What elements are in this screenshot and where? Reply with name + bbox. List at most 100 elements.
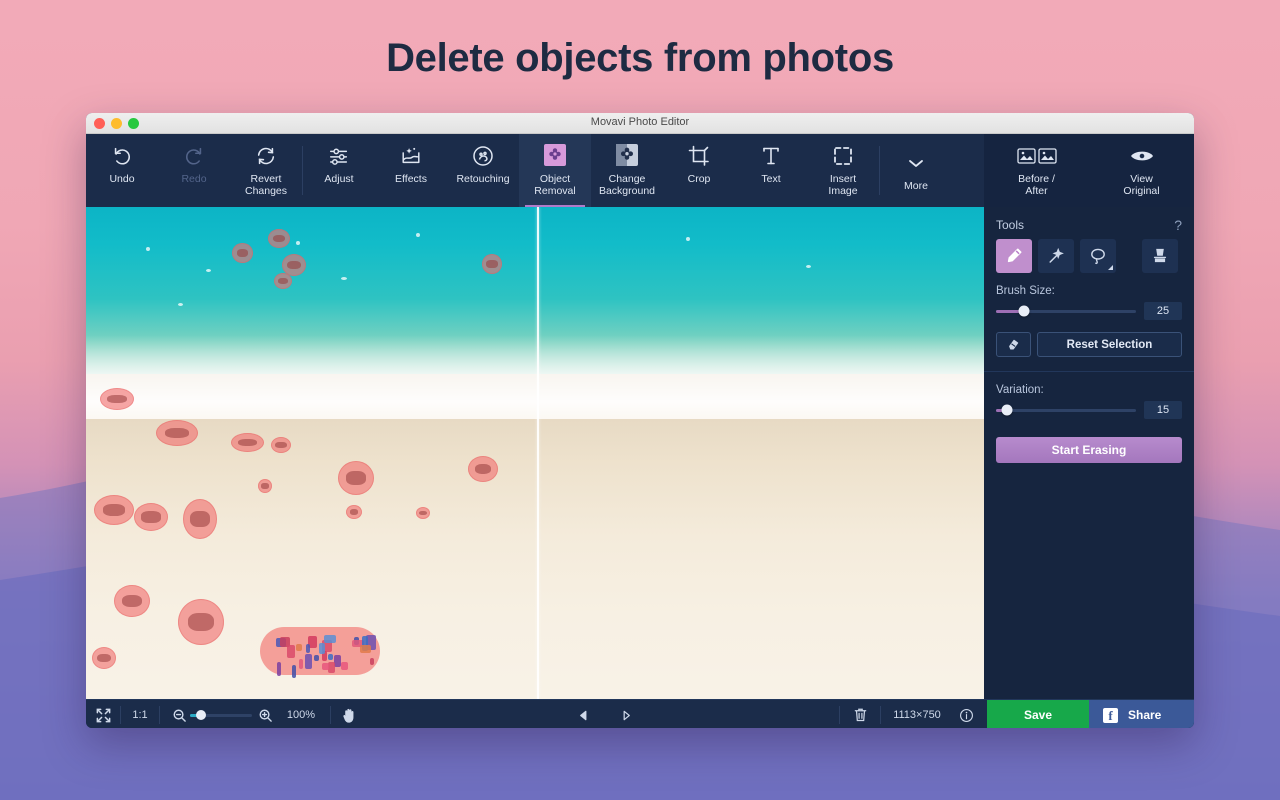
brush-size-label: Brush Size:: [984, 273, 1194, 302]
selection-blob[interactable]: [156, 420, 198, 446]
selected-object: [188, 613, 214, 631]
toolbar-button-retouching[interactable]: Retouching: [447, 134, 519, 207]
variation-value[interactable]: 15: [1144, 401, 1182, 419]
brush-size-slider[interactable]: [996, 310, 1136, 313]
reset-selection-button[interactable]: Reset Selection: [1037, 332, 1182, 357]
toolbar-button-change-background[interactable]: Change Background: [591, 134, 663, 207]
crowd-object: [299, 659, 303, 670]
selected-object: [350, 509, 359, 515]
tool-buttons-row: [984, 239, 1194, 273]
toolbar-button-object-removal[interactable]: Object Removal: [519, 134, 591, 207]
magic-wand-tool-button[interactable]: [1038, 239, 1074, 273]
toolbar-label-crop: Crop: [688, 173, 711, 185]
toolbar-button-view-original[interactable]: View Original: [1089, 134, 1194, 207]
toolbar-button-text[interactable]: Text: [735, 134, 807, 207]
selected-object: [165, 428, 189, 438]
selection-blob[interactable]: [232, 243, 253, 263]
hand-tool-button[interactable]: [331, 700, 367, 728]
crowd-object: [296, 644, 302, 652]
toolbar-label-text: Text: [761, 173, 780, 185]
share-button[interactable]: f Share: [1089, 700, 1194, 728]
selection-blob[interactable]: [100, 388, 134, 410]
save-button[interactable]: Save: [987, 700, 1089, 728]
selection-blob[interactable]: [271, 437, 291, 453]
fit-to-screen-icon: [95, 707, 112, 724]
selection-blob[interactable]: [94, 495, 134, 525]
toolbar-button-adjust[interactable]: Adjust: [303, 134, 375, 207]
info-icon: [959, 708, 974, 723]
brush-size-value[interactable]: 25: [1144, 302, 1182, 320]
selected-object: [486, 260, 497, 268]
effects-icon: [399, 143, 423, 169]
toolbar-button-undo[interactable]: Undo: [86, 134, 158, 207]
toolbar-label-insert-image-line1: Insert: [830, 173, 856, 185]
selected-object: [103, 504, 125, 516]
selection-blob[interactable]: [482, 254, 502, 274]
selection-blob[interactable]: [338, 461, 374, 495]
previous-button[interactable]: [560, 700, 606, 728]
zoom-slider[interactable]: [190, 714, 252, 717]
zoom-in-button[interactable]: [252, 700, 278, 728]
stamp-icon: [1150, 246, 1170, 266]
selection-blob[interactable]: [268, 229, 290, 248]
toolbar-label-revert-line1: Revert: [251, 173, 282, 185]
undo-icon: [111, 143, 133, 169]
selection-blob[interactable]: [258, 479, 272, 493]
delete-button[interactable]: [840, 700, 880, 728]
selection-blob[interactable]: [416, 507, 430, 519]
eraser-button[interactable]: [996, 332, 1031, 357]
brush-tool-button[interactable]: [996, 239, 1032, 273]
selection-blob[interactable]: [231, 433, 264, 452]
redo-icon: [183, 143, 205, 169]
toolbar-label-object-removal-line2: Removal: [534, 185, 575, 197]
before-after-divider[interactable]: [537, 207, 539, 699]
toolbar-button-before-after[interactable]: Before / After: [984, 134, 1089, 207]
fit-to-screen-button[interactable]: [86, 700, 120, 728]
toolbar-button-crop[interactable]: Crop: [663, 134, 735, 207]
eraser-icon: [1006, 337, 1021, 352]
selected-object: [190, 511, 209, 527]
toolbar-button-effects[interactable]: Effects: [375, 134, 447, 207]
photo-canvas[interactable]: [86, 207, 984, 699]
toolbar-button-more[interactable]: More: [880, 134, 952, 207]
selection-blob[interactable]: [274, 273, 292, 289]
selection-blob[interactable]: [114, 585, 150, 617]
photo-sand-region: [86, 419, 984, 699]
ratio-button[interactable]: 1:1: [121, 700, 159, 728]
selected-object: [237, 249, 249, 257]
main-toolbar: Undo Redo Revert: [86, 134, 1194, 207]
next-button[interactable]: [606, 700, 646, 728]
variation-slider-row: 15: [984, 401, 1194, 419]
toolbar-label-adjust: Adjust: [324, 173, 353, 185]
selection-blob[interactable]: [178, 599, 224, 645]
selected-object: [346, 471, 366, 485]
chevron-down-icon: [906, 150, 926, 176]
selected-object: [97, 654, 110, 663]
lasso-expand-corner-icon[interactable]: [1108, 265, 1113, 270]
info-button[interactable]: [953, 700, 979, 728]
revert-icon: [255, 143, 277, 169]
toolbar-label-before-after-line2: After: [1025, 185, 1047, 197]
variation-slider[interactable]: [996, 409, 1136, 412]
selection-blob[interactable]: [183, 499, 217, 539]
selected-object: [278, 278, 288, 284]
selection-blob[interactable]: [468, 456, 498, 482]
selection-blob[interactable]: [134, 503, 168, 531]
selection-blob[interactable]: [346, 505, 362, 519]
help-icon[interactable]: ?: [1174, 217, 1182, 233]
window-title: Movavi Photo Editor: [86, 116, 1194, 128]
toolbar-button-revert-changes[interactable]: Revert Changes: [230, 134, 302, 207]
zoom-out-button[interactable]: [168, 700, 190, 728]
toolbar-button-insert-image[interactable]: Insert Image: [807, 134, 879, 207]
selected-object: [275, 442, 286, 448]
start-erasing-button[interactable]: Start Erasing: [996, 437, 1182, 463]
selection-blob[interactable]: [92, 647, 116, 669]
tools-panel-title: Tools: [996, 218, 1024, 232]
toolbar-button-redo[interactable]: Redo: [158, 134, 230, 207]
crowd-object: [328, 654, 333, 660]
stamp-tool-button[interactable]: [1142, 239, 1178, 273]
tools-panel-header: Tools ?: [984, 207, 1194, 239]
selection-blob-crowd[interactable]: [260, 627, 380, 675]
lasso-tool-button[interactable]: [1080, 239, 1116, 273]
crowd-object: [370, 658, 374, 666]
